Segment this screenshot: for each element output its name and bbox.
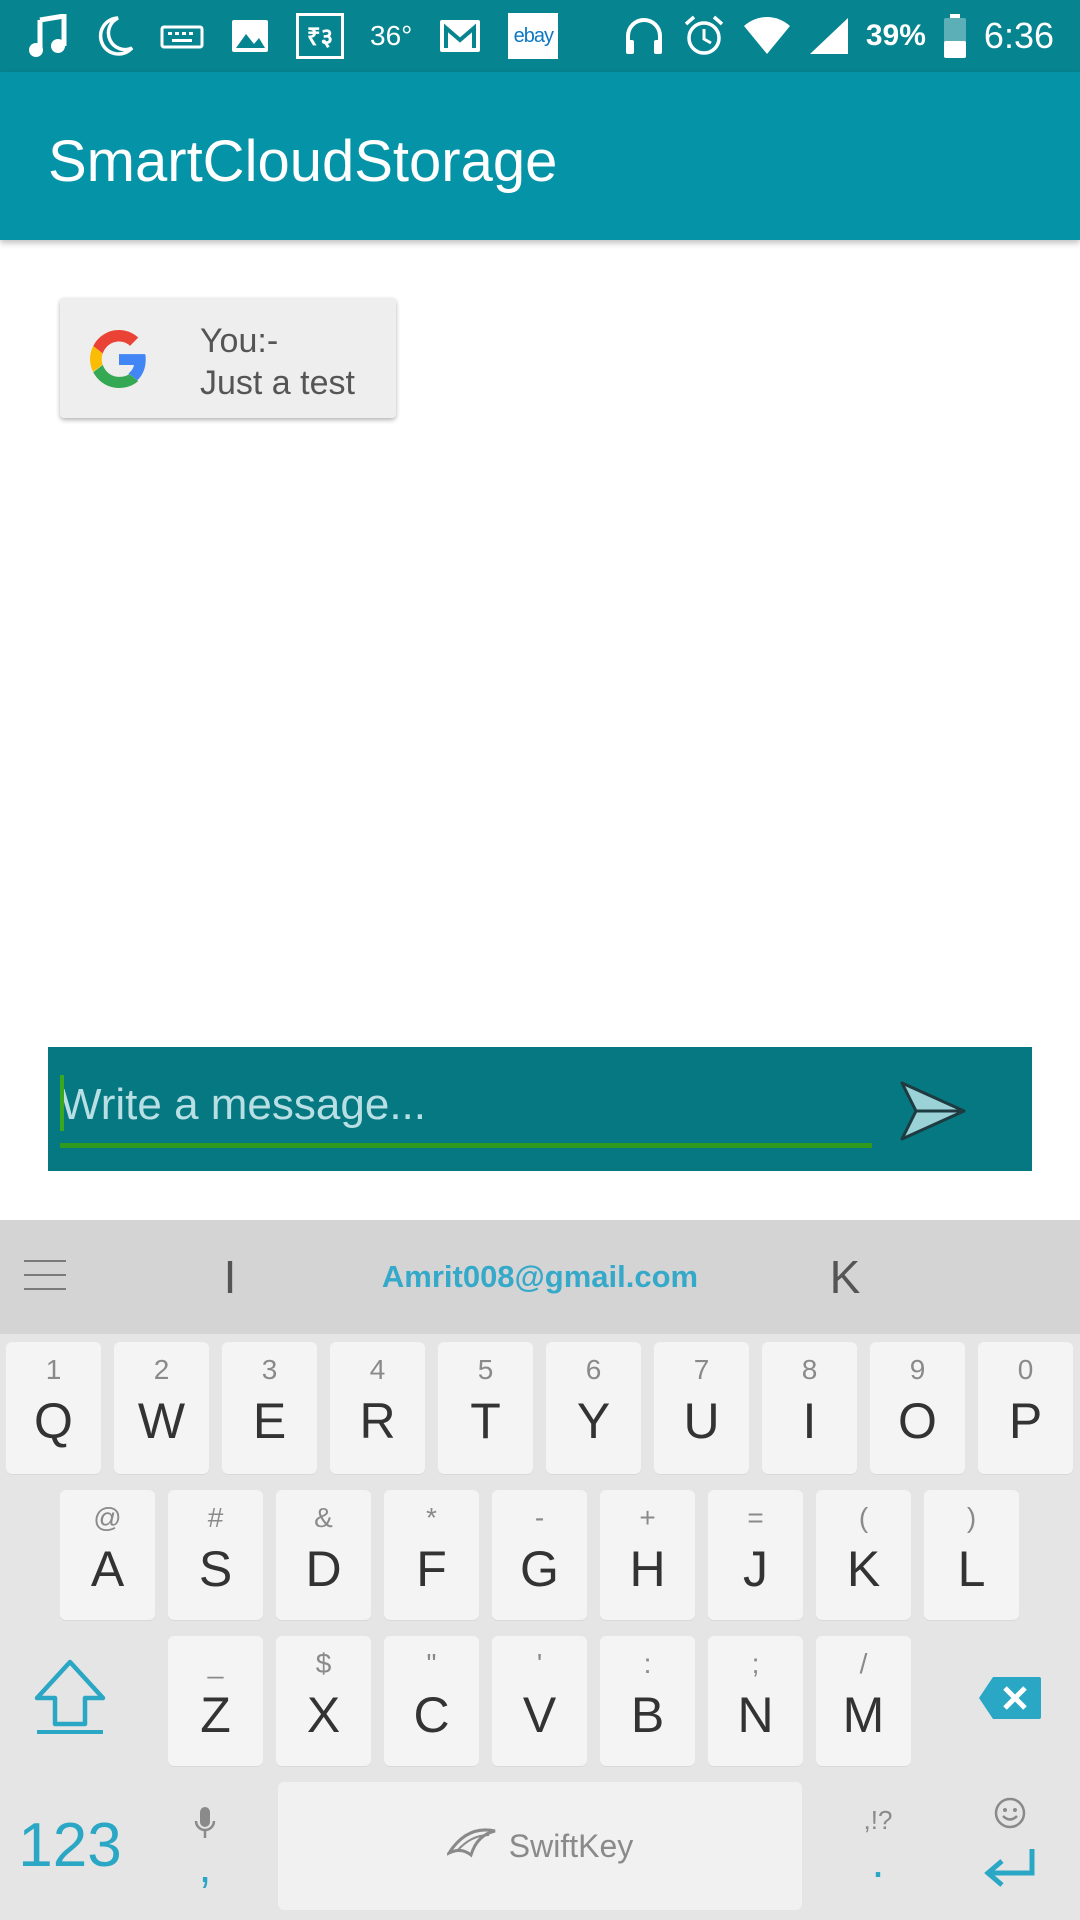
swiftkey-label: SwiftKey <box>508 1827 634 1864</box>
text-caret <box>60 1075 64 1131</box>
key-d[interactable]: & D <box>276 1490 371 1620</box>
moon-icon <box>94 12 134 60</box>
swiftkey-icon <box>444 1825 497 1867</box>
alarm-icon <box>682 12 726 60</box>
key-t[interactable]: 5T <box>438 1342 533 1474</box>
input-underline <box>60 1143 872 1148</box>
key-p[interactable]: 0P <box>978 1342 1073 1474</box>
app-bar: SmartCloudStorage <box>0 72 1080 240</box>
clock: 6:36 <box>983 15 1054 56</box>
image-icon <box>230 12 270 60</box>
ebay-icon: ebay <box>508 13 559 59</box>
battery-percent: 39% <box>865 19 926 52</box>
key-f[interactable]: * F <box>384 1490 479 1620</box>
key-q[interactable]: 1Q <box>6 1342 101 1474</box>
numbers-key[interactable]: 123 <box>10 1780 130 1910</box>
shift-icon <box>33 1658 107 1743</box>
key-r[interactable]: 4R <box>330 1342 425 1474</box>
send-icon[interactable] <box>898 1079 968 1143</box>
enter-key[interactable] <box>960 1780 1060 1910</box>
key-o[interactable]: 9O <box>870 1342 965 1474</box>
chat-message-card[interactable]: You:- Just a test <box>60 298 396 418</box>
swiftkey-logo: SwiftKey <box>278 1782 802 1910</box>
key-w[interactable]: 2W <box>114 1342 209 1474</box>
period-label: . <box>871 1834 885 1887</box>
headphones-icon <box>622 12 666 60</box>
suggestion-bar: I Amrit008@gmail.com K <box>0 1220 1080 1334</box>
google-icon <box>90 330 148 388</box>
key-x[interactable]: $ X <box>276 1636 371 1766</box>
backspace-icon <box>977 1675 1043 1726</box>
key-e[interactable]: 3E <box>222 1342 317 1474</box>
message-body: Just a test <box>200 364 355 402</box>
key-m[interactable]: / M <box>816 1636 911 1766</box>
punctuation-hint: ,!? <box>863 1804 893 1835</box>
temperature-label: 36° <box>370 20 413 51</box>
message-text: You:- Just a test <box>200 320 355 404</box>
key-g[interactable]: -G <box>492 1490 587 1620</box>
smiley-icon <box>993 1796 1027 1835</box>
key-u[interactable]: 7U <box>654 1342 749 1474</box>
key-j[interactable]: = J <box>708 1490 803 1620</box>
keyboard: I Amrit008@gmail.com K 1Q 2W 3E 4R 5T 6Y… <box>0 1220 1080 1920</box>
status-bar: ₹३ 36° ebay 39% 6:36 <box>0 0 1080 72</box>
key-b[interactable]: :B <box>600 1636 695 1766</box>
status-bar-right: 39% 6:36 <box>622 0 1054 72</box>
shift-key[interactable] <box>20 1640 120 1760</box>
comma-key[interactable]: , <box>160 1780 250 1910</box>
status-bar-left: ₹३ 36° ebay <box>26 0 559 72</box>
message-sender: You:- <box>200 322 279 360</box>
battery-icon <box>942 12 968 60</box>
key-l[interactable]: ) L <box>924 1490 1019 1620</box>
key-a[interactable]: @ A <box>60 1490 155 1620</box>
key-z[interactable]: _ Z <box>168 1636 263 1766</box>
suggestion-3[interactable]: K <box>745 1220 945 1334</box>
message-composer <box>48 1047 1032 1171</box>
suggestion-1[interactable]: I <box>130 1220 330 1334</box>
period-key[interactable]: ,!? . <box>828 1780 928 1910</box>
key-y[interactable]: 6Y <box>546 1342 641 1474</box>
suggestion-2[interactable]: Amrit008@gmail.com <box>350 1220 730 1334</box>
space-bar[interactable]: SwiftKey <box>278 1782 802 1910</box>
message-input[interactable] <box>60 1075 870 1135</box>
app-title: SmartCloudStorage <box>48 129 558 194</box>
menu-icon[interactable] <box>24 1260 66 1294</box>
comma-label: , <box>198 1839 212 1892</box>
signal-icon <box>808 12 850 60</box>
backspace-key[interactable] <box>960 1640 1060 1760</box>
enter-icon <box>982 1845 1038 1894</box>
key-k[interactable]: (K <box>816 1490 911 1620</box>
key-s[interactable]: # S <box>168 1490 263 1620</box>
rupee-icon: ₹३ <box>296 13 344 59</box>
keyboard-icon <box>160 12 204 60</box>
key-v[interactable]: ' V <box>492 1636 587 1766</box>
gmail-icon <box>438 12 482 60</box>
key-c[interactable]: " C <box>384 1636 479 1766</box>
key-i[interactable]: 8I <box>762 1342 857 1474</box>
wifi-icon <box>742 12 792 60</box>
key-h[interactable]: + H <box>600 1490 695 1620</box>
music-note-icon <box>26 12 68 60</box>
key-n[interactable]: ; N <box>708 1636 803 1766</box>
